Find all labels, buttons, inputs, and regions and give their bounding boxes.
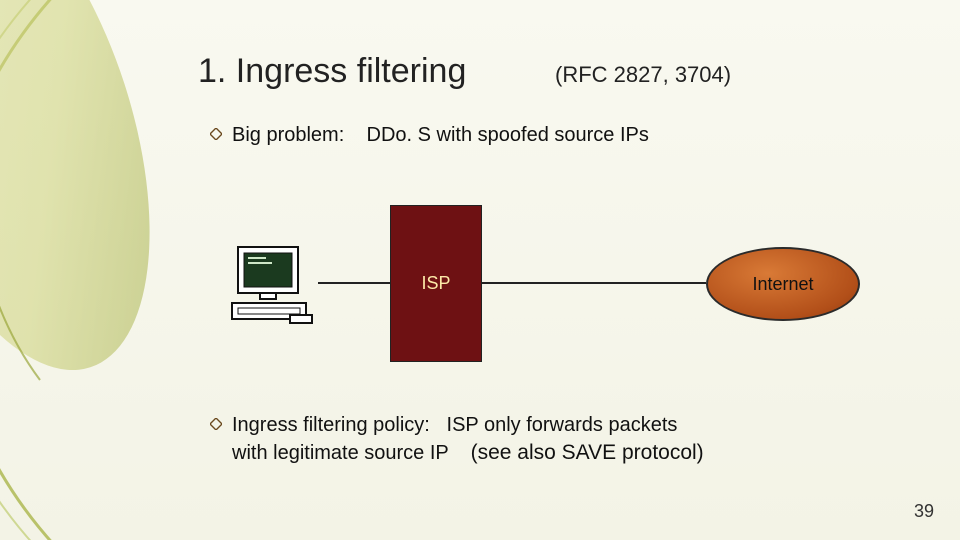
bullet2-a: Ingress filtering policy: [232,414,447,436]
diamond-bullet-icon [210,418,222,430]
internet-label: Internet [752,274,813,295]
title-main: 1. Ingress filtering [198,52,466,90]
leaf-decoration [0,0,200,540]
page-number: 39 [914,501,934,522]
slide-title: 1. Ingress filtering [198,52,466,91]
computer-icon [230,245,318,330]
diamond-bullet-icon [210,128,222,140]
bullet2-b: ISP only forwards packets [447,414,678,436]
bullet1-rest: DDo. S with spoofed source IPs [344,124,649,146]
bullet2-line2b: (see also SAVE protocol) [471,441,704,464]
link-computer-isp [318,282,390,284]
isp-node: ISP [390,205,482,362]
bullet-big-problem: Big problem: DDo. S with spoofed source … [210,124,649,147]
bullet2-line2a: with legitimate source IP [232,442,471,464]
bullet-ingress-policy: Ingress filtering policy: ISP only forwa… [210,412,850,467]
internet-node: Internet [706,247,860,321]
slide: 1. Ingress filtering (RFC 2827, 3704) Bi… [0,0,960,540]
link-isp-internet [481,282,706,284]
title-subtext: (RFC 2827, 3704) [555,62,731,88]
isp-label: ISP [421,273,450,294]
bullet1-label: Big problem: [232,124,344,146]
network-diagram: ISP Internet [190,175,870,385]
